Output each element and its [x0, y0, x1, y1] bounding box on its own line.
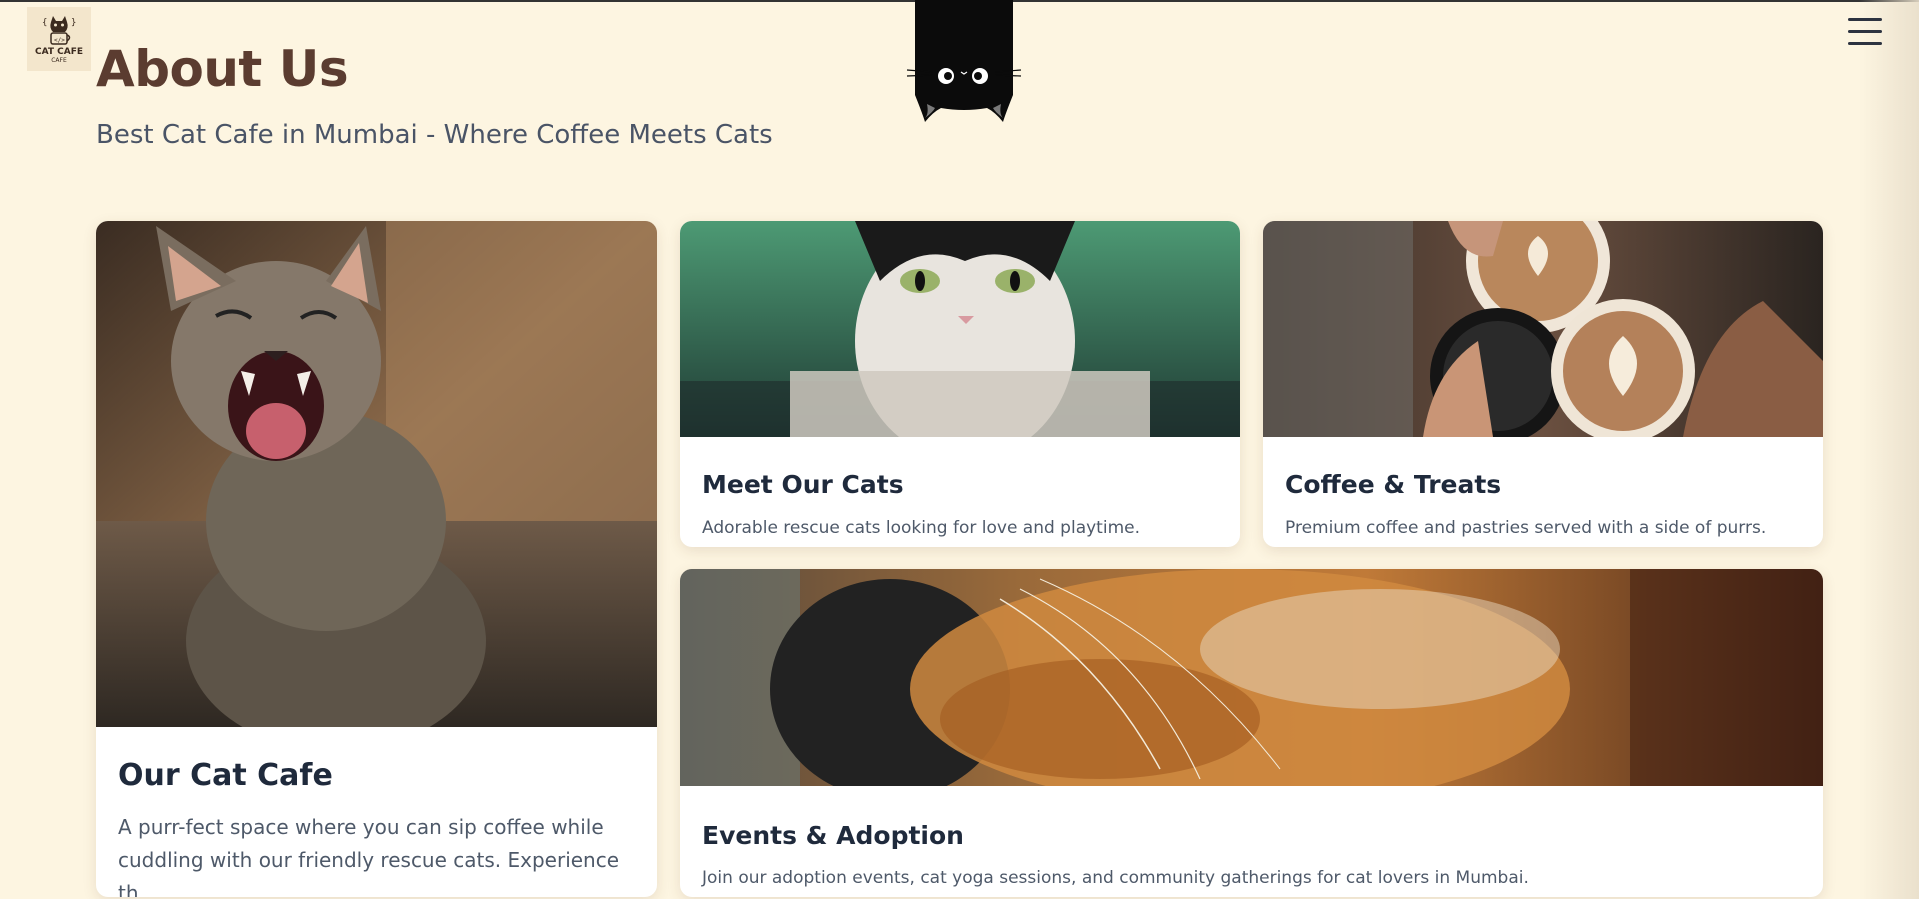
card-title: Meet Our Cats — [702, 470, 904, 499]
page-edge-shadow — [1859, 0, 1919, 899]
card-description: Adorable rescue cats looking for love an… — [702, 518, 1140, 538]
menu-button[interactable] — [1848, 18, 1884, 50]
svg-text:</>: </> — [54, 37, 65, 44]
card-title: Our Cat Cafe — [118, 758, 333, 793]
svg-text:}: } — [71, 18, 76, 28]
page-subtitle: Best Cat Cafe in Mumbai - Where Coffee M… — [96, 120, 773, 150]
hamburger-icon-bar — [1848, 42, 1882, 45]
black-white-cat-image — [680, 221, 1240, 437]
card-title: Coffee & Treats — [1285, 470, 1502, 499]
card-meet-our-cats[interactable]: Meet Our Cats Adorable rescue cats looki… — [680, 221, 1240, 547]
card-our-cat-cafe[interactable]: Our Cat Cafe A purr-fect space where you… — [96, 221, 657, 897]
logo-text: CAT CAFE — [34, 47, 83, 57]
cat-logo-icon: { } </> — [42, 16, 76, 45]
card-description: Premium coffee and pastries served with … — [1285, 518, 1767, 538]
card-title: Events & Adoption — [702, 821, 964, 850]
yawning-kitten-image — [96, 221, 657, 727]
logo-subtext: CAFE — [51, 57, 67, 64]
card-events-adoption[interactable]: Events & Adoption Join our adoption even… — [680, 569, 1823, 897]
page-title: About Us — [96, 40, 349, 98]
hanging-cat-icon — [906, 0, 1022, 122]
coffee-cups-image — [1263, 221, 1823, 437]
cafe-logo[interactable]: { } </> CAT CAFE CAFE — [27, 7, 91, 71]
card-description: A purr-fect space where you can sip coff… — [118, 815, 620, 897]
svg-text:{: { — [42, 18, 47, 28]
hamburger-icon-bar — [1848, 30, 1882, 33]
card-coffee-treats[interactable]: Coffee & Treats Premium coffee and pastr… — [1263, 221, 1823, 547]
card-description: Join our adoption events, cat yoga sessi… — [702, 868, 1529, 888]
orange-cat-image — [680, 569, 1823, 786]
hamburger-icon — [1848, 18, 1882, 21]
